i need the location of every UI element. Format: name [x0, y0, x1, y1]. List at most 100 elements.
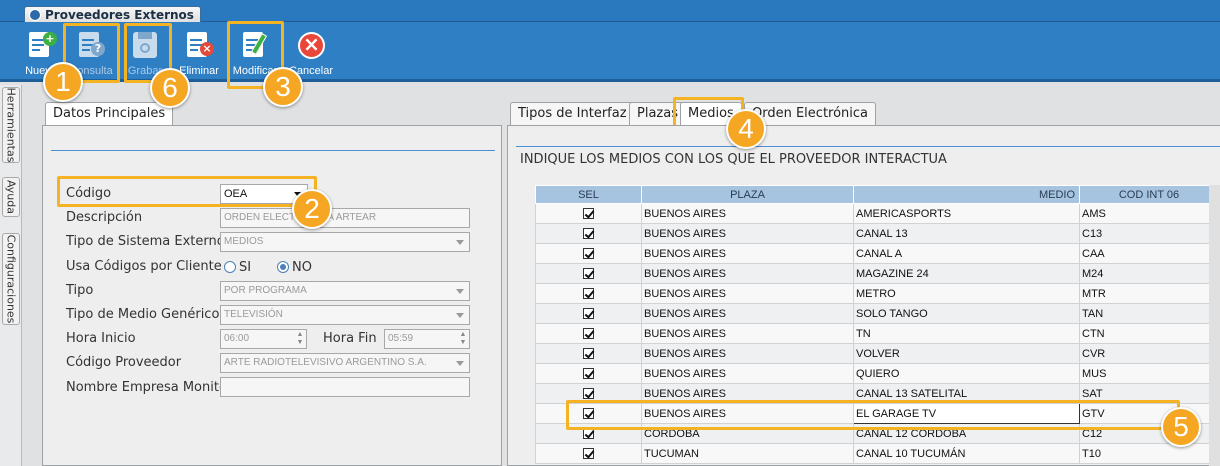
cod-int-cell[interactable]: CAA: [1079, 243, 1219, 264]
tipo-medio-select[interactable]: TELEVISIÓN: [220, 305, 470, 325]
tab-plazas[interactable]: Plazas: [629, 102, 686, 127]
table-row[interactable]: BUENOS AIRES QUIERO MUS: [535, 363, 1219, 384]
table-row[interactable]: CORDOBA CANAL 12 CORDOBA C12: [535, 423, 1219, 444]
medio-cell[interactable]: CANAL 10 TUCUMÁN: [853, 443, 1080, 464]
side-tab-ayuda-label: Ayuda: [4, 180, 18, 214]
plaza-cell[interactable]: BUENOS AIRES: [641, 383, 854, 404]
plaza-cell[interactable]: BUENOS AIRES: [641, 223, 854, 244]
radio-si-label: SI: [239, 260, 252, 275]
column-header-medio[interactable]: MEDIO: [853, 185, 1080, 204]
medio-cell[interactable]: SOLO TANGO: [853, 303, 1080, 324]
sel-checkbox[interactable]: [583, 208, 594, 220]
side-tab-ayuda[interactable]: Ayuda: [2, 177, 20, 217]
tipo-sistema-label: Tipo de Sistema Externo: [66, 234, 225, 249]
codigo-proveedor-label: Código Proveedor: [66, 355, 182, 370]
tipo-select[interactable]: POR PROGRAMA: [220, 281, 470, 301]
plaza-cell[interactable]: BUENOS AIRES: [641, 403, 854, 424]
plaza-cell[interactable]: BUENOS AIRES: [641, 343, 854, 364]
table-row[interactable]: BUENOS AIRES SOLO TANGO TAN: [535, 303, 1219, 324]
sel-checkbox[interactable]: [583, 288, 594, 300]
sel-checkbox[interactable]: [583, 328, 594, 340]
medio-cell[interactable]: CANAL 12 CORDOBA: [853, 423, 1080, 444]
sel-checkbox[interactable]: [583, 308, 594, 320]
cod-int-cell[interactable]: T10: [1079, 443, 1219, 464]
table-row[interactable]: BUENOS AIRES MAGAZINE 24 M24: [535, 263, 1219, 284]
sel-cell: [535, 343, 642, 364]
plaza-cell[interactable]: BUENOS AIRES: [641, 363, 854, 384]
cod-int-cell[interactable]: CVR: [1079, 343, 1219, 364]
side-tab-herramientas[interactable]: Herramientas: [2, 87, 20, 163]
sel-checkbox[interactable]: [583, 388, 594, 400]
column-header-cod-int-06[interactable]: COD INT 06: [1079, 185, 1219, 204]
descripcion-input[interactable]: ORDEN ELECTRÓNICA ARTEAR: [220, 208, 470, 228]
table-row[interactable]: BUENOS AIRES METRO MTR: [535, 283, 1219, 304]
cod-int-cell[interactable]: CTN: [1079, 323, 1219, 344]
medio-cell[interactable]: CANAL 13: [853, 223, 1080, 244]
column-header-plaza[interactable]: PLAZA: [641, 185, 854, 204]
medio-cell[interactable]: TN: [853, 323, 1080, 344]
table-row[interactable]: BUENOS AIRES EL GARAGE TV GTV: [535, 403, 1219, 424]
medio-cell[interactable]: QUIERO: [853, 363, 1080, 384]
sel-cell: [535, 323, 642, 344]
cod-int-cell[interactable]: MTR: [1079, 283, 1219, 304]
medio-cell[interactable]: CANAL 13 SATELITAL: [853, 383, 1080, 404]
table-row[interactable]: BUENOS AIRES TN CTN: [535, 323, 1219, 344]
window-tab-icon: [29, 9, 41, 21]
table-row[interactable]: BUENOS AIRES VOLVER CVR: [535, 343, 1219, 364]
sel-cell: [535, 423, 642, 444]
sel-checkbox[interactable]: [583, 428, 594, 440]
table-scrollbar[interactable]: [1209, 185, 1220, 466]
medio-cell[interactable]: AMERICASPORTS: [853, 203, 1080, 224]
nombre-empresa-input[interactable]: [220, 377, 470, 397]
medio-cell[interactable]: METRO: [853, 283, 1080, 304]
medio-cell[interactable]: EL GARAGE TV: [853, 403, 1080, 424]
medio-cell[interactable]: VOLVER: [853, 343, 1080, 364]
cod-int-cell[interactable]: MUS: [1079, 363, 1219, 384]
radio-si[interactable]: [224, 261, 236, 273]
plaza-cell[interactable]: BUENOS AIRES: [641, 323, 854, 344]
sel-checkbox[interactable]: [583, 408, 594, 420]
sel-checkbox[interactable]: [583, 248, 594, 260]
spinner-icon[interactable]: ▲ ▼: [459, 331, 467, 347]
table-row[interactable]: TUCUMAN CANAL 10 TUCUMÁN T10: [535, 443, 1219, 464]
hora-fin-input[interactable]: 05:59 ▲ ▼: [384, 329, 470, 349]
plaza-cell[interactable]: BUENOS AIRES: [641, 243, 854, 264]
sel-checkbox[interactable]: [583, 268, 594, 280]
plaza-cell[interactable]: BUENOS AIRES: [641, 283, 854, 304]
cod-int-cell[interactable]: SAT: [1079, 383, 1219, 404]
callout-1: 1: [43, 62, 83, 102]
side-tab-configuraciones[interactable]: Configuraciones: [2, 233, 20, 325]
tab-tipos-de-interfaz[interactable]: Tipos de Interfaz: [510, 102, 635, 127]
tipo-sistema-select[interactable]: MEDIOS: [220, 232, 470, 252]
column-header-sel[interactable]: SEL: [535, 185, 642, 204]
sel-cell: [535, 223, 642, 244]
medio-cell[interactable]: MAGAZINE 24: [853, 263, 1080, 284]
side-tab-bar: Herramientas Ayuda Configuraciones: [0, 85, 22, 466]
table-row[interactable]: BUENOS AIRES CANAL 13 C13: [535, 223, 1219, 244]
cod-int-cell[interactable]: TAN: [1079, 303, 1219, 324]
sel-checkbox[interactable]: [583, 348, 594, 360]
spinner-icon[interactable]: ▲ ▼: [296, 331, 304, 347]
table-row[interactable]: BUENOS AIRES CANAL A CAA: [535, 243, 1219, 264]
plaza-cell[interactable]: BUENOS AIRES: [641, 303, 854, 324]
table-row[interactable]: BUENOS AIRES AMERICASPORTS AMS: [535, 203, 1219, 224]
codigo-proveedor-select[interactable]: ARTE RADIOTELEVISIVO ARGENTINO S.A.: [220, 353, 470, 373]
radio-no[interactable]: [277, 261, 289, 273]
codigo-proveedor-value: ARTE RADIOTELEVISIVO ARGENTINO S.A.: [224, 357, 427, 368]
sel-checkbox[interactable]: [583, 448, 594, 460]
sel-checkbox[interactable]: [583, 228, 594, 240]
plaza-cell[interactable]: CORDOBA: [641, 423, 854, 444]
medio-cell[interactable]: CANAL A: [853, 243, 1080, 264]
hora-inicio-input[interactable]: 06:00 ▲ ▼: [220, 329, 307, 349]
table-row[interactable]: BUENOS AIRES CANAL 13 SATELITAL SAT: [535, 383, 1219, 404]
cod-int-cell[interactable]: AMS: [1079, 203, 1219, 224]
plaza-cell[interactable]: TUCUMAN: [641, 443, 854, 464]
tab-medios-label: Medios: [688, 106, 734, 121]
sel-checkbox[interactable]: [583, 368, 594, 380]
tipo-sistema-value: MEDIOS: [224, 236, 264, 247]
cod-int-cell[interactable]: M24: [1079, 263, 1219, 284]
cod-int-cell[interactable]: C13: [1079, 223, 1219, 244]
codigo-label: Código: [66, 186, 112, 201]
plaza-cell[interactable]: BUENOS AIRES: [641, 203, 854, 224]
plaza-cell[interactable]: BUENOS AIRES: [641, 263, 854, 284]
